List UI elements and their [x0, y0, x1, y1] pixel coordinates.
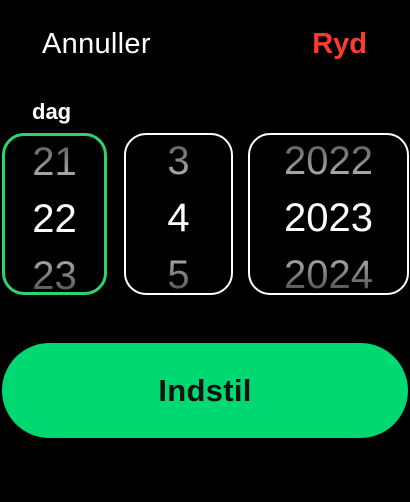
year-current-value: 2023	[284, 196, 373, 240]
cancel-button[interactable]: Annuller	[42, 28, 151, 61]
year-picker[interactable]: 2022 2023 2024	[248, 133, 409, 295]
set-button[interactable]: Indstil	[2, 343, 408, 438]
top-bar: Annuller Ryd	[0, 0, 410, 92]
day-picker[interactable]: 21 22 23	[2, 133, 107, 295]
month-picker[interactable]: 3 4 5	[124, 133, 233, 295]
month-current-value: 4	[167, 196, 190, 240]
year-next-value: 2024	[250, 255, 407, 293]
year-prev-value: 2022	[250, 141, 407, 181]
month-prev-value: 3	[126, 141, 231, 181]
day-current-value: 22	[32, 197, 77, 241]
focused-field-label: dag	[32, 99, 72, 124]
month-next-value: 5	[126, 255, 231, 293]
day-next-value: 23	[5, 256, 104, 292]
day-prev-value: 21	[5, 142, 104, 182]
clear-button[interactable]: Ryd	[312, 28, 367, 61]
